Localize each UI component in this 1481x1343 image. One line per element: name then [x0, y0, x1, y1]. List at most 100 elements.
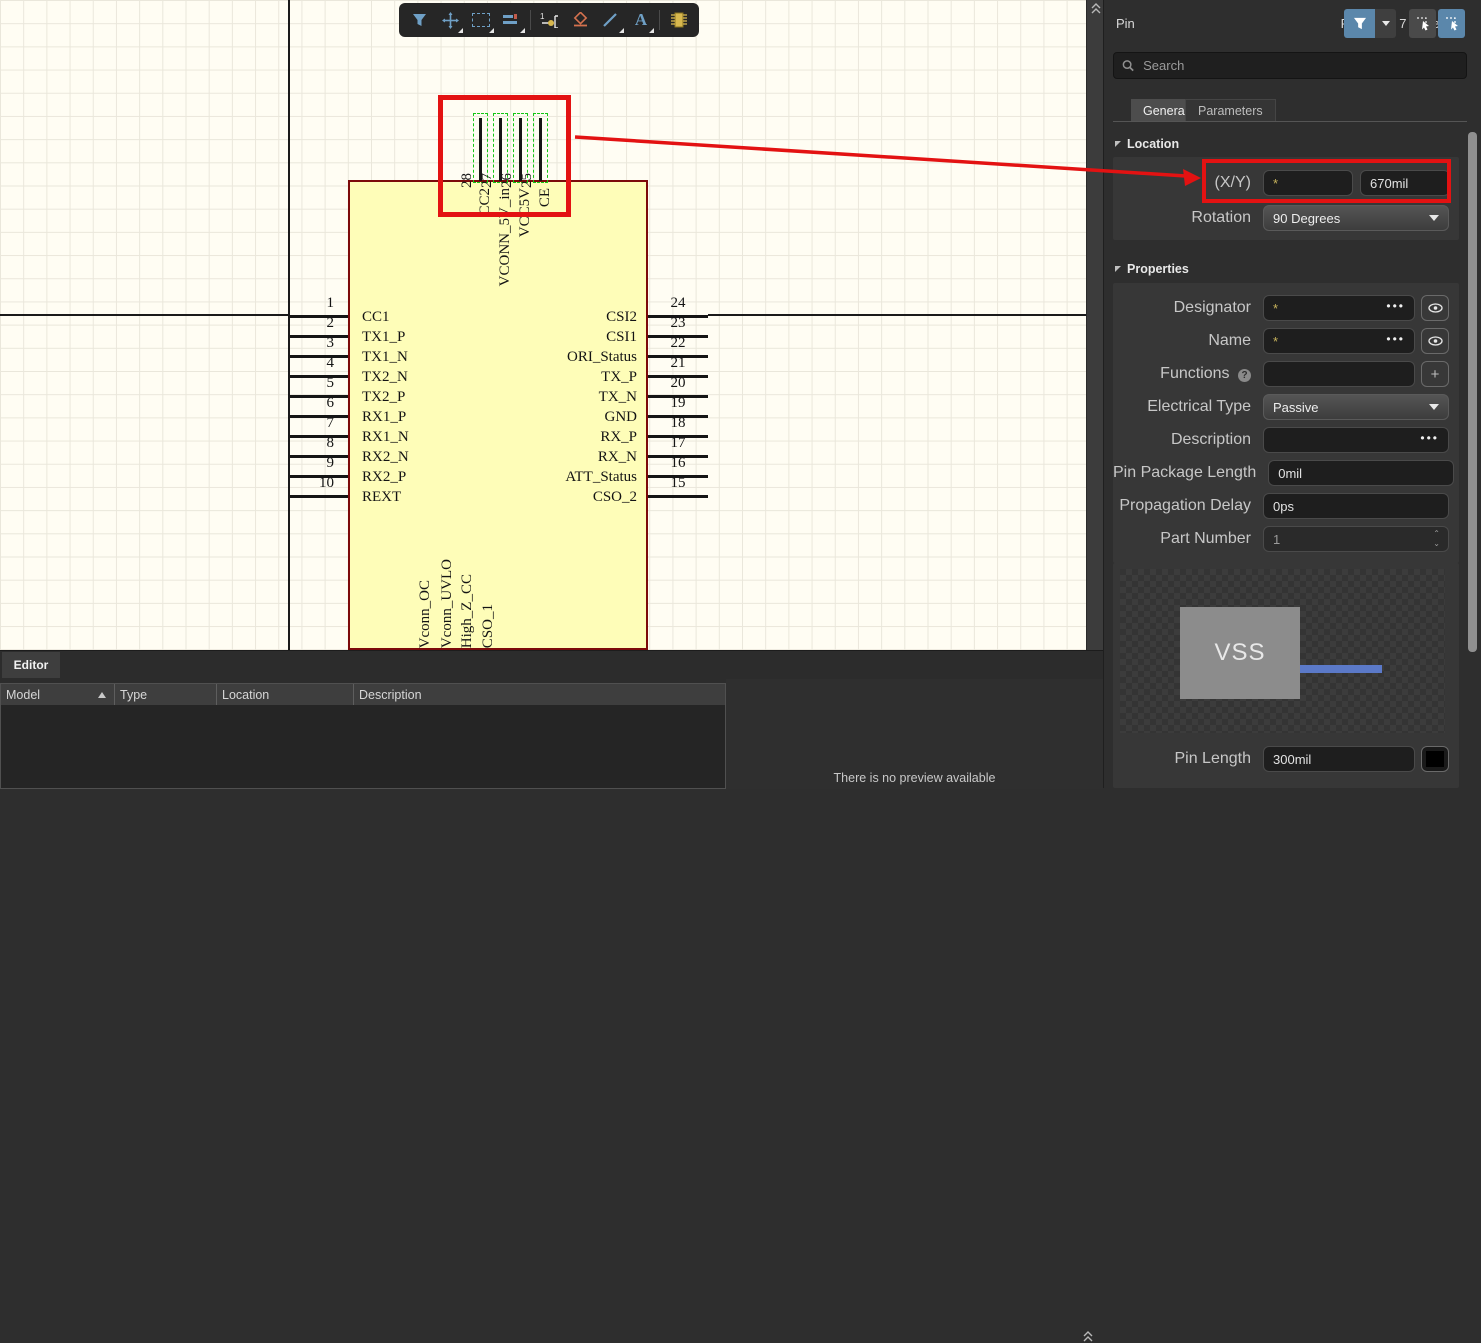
- section-header-location[interactable]: Location: [1115, 137, 1179, 151]
- ellipsis-button[interactable]: •••: [1420, 431, 1439, 445]
- column-header-description[interactable]: Description: [353, 684, 725, 705]
- pin-stub[interactable]: [479, 118, 482, 181]
- chevron-down-icon: [1429, 215, 1439, 221]
- text-icon[interactable]: A: [627, 6, 656, 34]
- pin-name: VCONN_5V_in: [496, 188, 514, 286]
- pin-number: 4: [288, 355, 334, 373]
- x-field[interactable]: *: [1263, 170, 1353, 196]
- pin-number: 20: [652, 375, 704, 393]
- section-header-properties[interactable]: Properties: [1115, 262, 1189, 276]
- pin24-wire[interactable]: [708, 314, 1086, 316]
- selection-rect-icon[interactable]: [466, 6, 495, 34]
- pin-name: ORI_Status: [460, 347, 637, 367]
- svg-text:1: 1: [540, 12, 545, 21]
- pin-name: RX_P: [460, 427, 637, 447]
- collapse-up-icon[interactable]: [1083, 1331, 1093, 1343]
- pin-stub[interactable]: [519, 118, 522, 181]
- pin-name: CE: [536, 188, 554, 207]
- designator-visibility-button[interactable]: [1421, 295, 1449, 321]
- filter-button[interactable]: [1344, 9, 1375, 38]
- rotation-dropdown[interactable]: 90 Degrees: [1263, 205, 1449, 231]
- pin-number: 25: [519, 173, 535, 188]
- pin-stub[interactable]: [648, 495, 708, 498]
- preview-pin-line: [1300, 665, 1382, 673]
- spinner-buttons[interactable]: ⌃⌄: [1433, 529, 1440, 549]
- pin-name: VCC5V: [516, 188, 534, 237]
- pin-length-field[interactable]: 300mil: [1263, 746, 1415, 772]
- functions-field[interactable]: [1263, 361, 1415, 387]
- pin-number: 7: [288, 415, 334, 433]
- cursor-move-icon[interactable]: [436, 6, 465, 34]
- search-box[interactable]: [1113, 52, 1467, 79]
- pin-number: 19: [652, 395, 704, 413]
- panel-title: Pin: [1116, 16, 1135, 31]
- ellipsis-button[interactable]: •••: [1386, 299, 1405, 313]
- align-icon[interactable]: [497, 6, 526, 34]
- search-input[interactable]: [1141, 57, 1458, 74]
- pin-name: GND: [460, 407, 637, 427]
- name-visibility-button[interactable]: [1421, 328, 1449, 354]
- table-body-empty: [1, 705, 725, 788]
- pin-number: 8: [288, 435, 334, 453]
- pin-name: TX_P: [460, 367, 637, 387]
- line-icon[interactable]: [596, 6, 625, 34]
- column-header-location[interactable]: Location: [216, 684, 353, 705]
- filter-dropdown-button[interactable]: [1375, 9, 1396, 38]
- designator-field[interactable]: * •••: [1263, 295, 1415, 321]
- pin-name: ATT_Status: [460, 467, 637, 487]
- chevron-down-icon: [1429, 404, 1439, 410]
- pin-number: 5: [288, 375, 334, 393]
- pin-number: 21: [652, 355, 704, 373]
- pin-length-label: Pin Length: [1113, 750, 1263, 768]
- add-function-button[interactable]: +: [1421, 361, 1449, 387]
- filter-icon[interactable]: [405, 6, 434, 34]
- help-icon: ?: [1238, 369, 1251, 382]
- panel-scrollbar[interactable]: [1468, 132, 1477, 652]
- propagation-delay-field[interactable]: 0ps: [1263, 493, 1449, 519]
- select-inside-button[interactable]: [1438, 9, 1465, 38]
- color-black: [1426, 751, 1444, 767]
- pin-name: RX1_N: [362, 427, 409, 447]
- properties-group: Designator * ••• Name * ••• Functions ? …: [1113, 283, 1459, 563]
- search-icon: [1122, 59, 1134, 72]
- pin-color-swatch[interactable]: [1421, 746, 1449, 772]
- schematic-canvas[interactable]: 1CC12TX1_P3TX1_N4TX2_N5TX2_P6RX1_P7RX1_N…: [0, 0, 1086, 650]
- description-label: Description: [1113, 431, 1263, 449]
- select-overlap-button[interactable]: [1409, 9, 1436, 38]
- pin-number: 6: [288, 395, 334, 413]
- pin-number: 18: [652, 415, 704, 433]
- description-field[interactable]: •••: [1263, 427, 1449, 453]
- pin-name: RX2_P: [362, 467, 406, 487]
- pin-number: 23: [652, 315, 704, 333]
- power-port-icon[interactable]: [565, 6, 594, 34]
- pin-number: 16: [652, 455, 704, 473]
- designator-label: Designator: [1113, 299, 1263, 317]
- pin-package-length-field[interactable]: 0mil: [1268, 460, 1454, 486]
- section-expand-icon: [1115, 266, 1121, 272]
- pin-name: Vconn_UVLO: [438, 559, 456, 648]
- pin-number: 27: [479, 173, 495, 188]
- pin-stub[interactable]: [539, 118, 542, 181]
- column-header-model[interactable]: Model: [1, 684, 114, 705]
- tabs-divider: [1113, 121, 1467, 122]
- rotation-label: Rotation: [1113, 209, 1263, 227]
- pin-stub[interactable]: [499, 118, 502, 181]
- column-header-type[interactable]: Type: [114, 684, 216, 705]
- pin-name: RX1_P: [362, 407, 406, 427]
- name-field[interactable]: * •••: [1263, 328, 1415, 354]
- pin-number: 22: [652, 335, 704, 353]
- pin-number: 17: [652, 435, 704, 453]
- tab-editor[interactable]: Editor: [2, 652, 60, 678]
- part-number-field[interactable]: 1 ⌃⌄: [1263, 526, 1449, 552]
- place-pin-icon[interactable]: 1: [535, 6, 564, 34]
- pin-number: 24: [652, 295, 704, 313]
- pin1-wire[interactable]: [0, 314, 289, 316]
- collapse-up-icon[interactable]: [1091, 3, 1101, 15]
- tab-parameters[interactable]: Parameters: [1185, 99, 1276, 122]
- ellipsis-button[interactable]: •••: [1386, 332, 1405, 346]
- electrical-type-dropdown[interactable]: Passive: [1263, 394, 1449, 420]
- pin-name: CSO_1: [479, 604, 497, 648]
- part-icon[interactable]: [664, 6, 693, 34]
- pin-stub[interactable]: [290, 495, 348, 498]
- y-field[interactable]: 670mil: [1360, 170, 1450, 196]
